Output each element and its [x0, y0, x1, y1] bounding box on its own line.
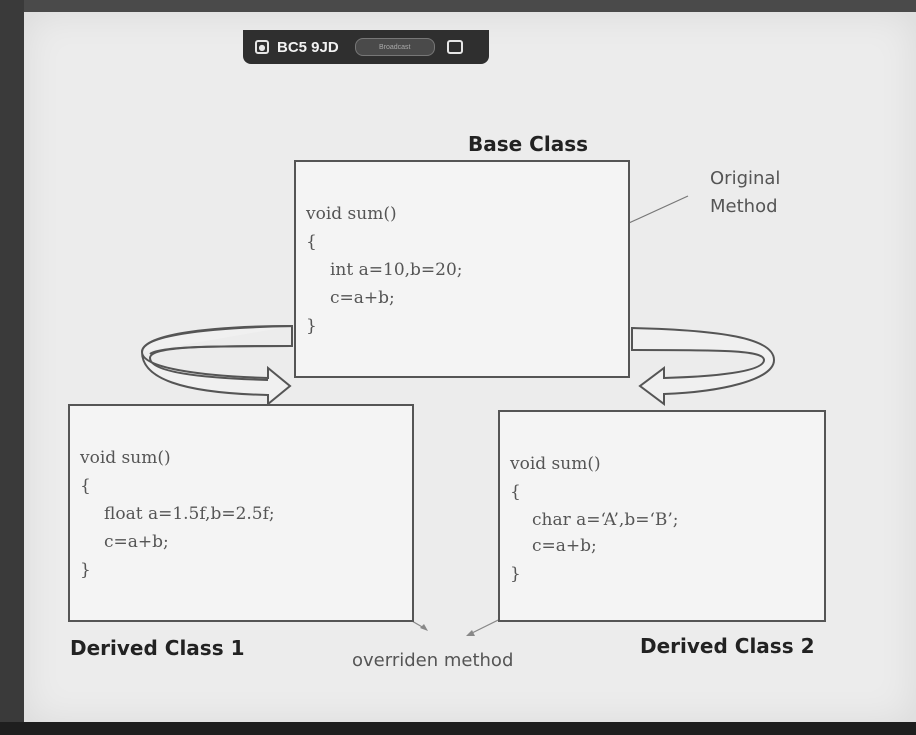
base-class-title: Base Class [468, 132, 589, 156]
left-curved-arrow [140, 324, 293, 407]
base-line-2: { [306, 232, 317, 252]
derived2-line-4: c=a+b; [532, 536, 597, 556]
original-label-line2: Method [710, 196, 778, 217]
derived1-line-5: } [80, 560, 91, 580]
right-curved-arrow [631, 326, 776, 406]
derived-class-2-box: void sum() { char a=‘A’,b=‘B’; c=a+b; } [498, 410, 826, 622]
base-class-box: void sum() { int a=10,b=20; c=a+b; } [294, 160, 630, 378]
derived2-line-3: char a=‘A’,b=‘B’; [532, 510, 679, 530]
derived-class-1-title: Derived Class 1 [70, 636, 245, 660]
derived1-line-2: { [80, 476, 91, 496]
derived1-line-4: c=a+b; [104, 532, 169, 552]
derived2-line-2: { [510, 482, 521, 502]
derived-class-2-title: Derived Class 2 [640, 634, 815, 658]
derived-class-1-box: void sum() { float a=1.5f,b=2.5f; c=a+b;… [68, 404, 414, 622]
overriden-pointer-left-head [420, 624, 428, 631]
base-line-5: } [306, 316, 317, 336]
base-line-4: c=a+b; [330, 288, 395, 308]
derived2-line-1: void sum() [510, 454, 601, 474]
base-line-3: int a=10,b=20; [330, 260, 463, 280]
original-label-line1: Original [710, 168, 781, 189]
derived1-line-3: float a=1.5f,b=2.5f; [104, 504, 275, 524]
derived2-line-5: } [510, 564, 521, 584]
base-line-1: void sum() [306, 204, 397, 224]
derived1-line-1: void sum() [80, 448, 171, 468]
overriden-method-label: overriden method [352, 650, 514, 671]
overriden-pointer-right-head [466, 630, 475, 636]
